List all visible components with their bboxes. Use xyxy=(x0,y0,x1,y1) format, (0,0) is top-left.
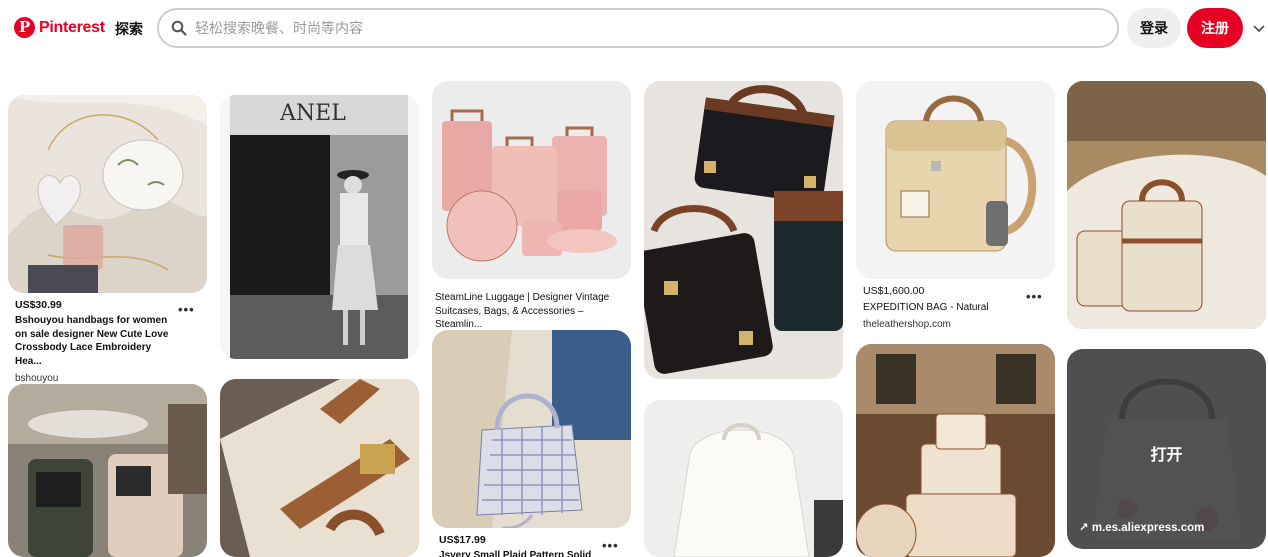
pin-meta-heart-bags: US$30.99 Bshouyou handbags for women on … xyxy=(15,298,175,386)
pin-image-pink-luggage[interactable] xyxy=(432,81,631,279)
pin-price: US$1,600.00 xyxy=(863,285,925,297)
pin-image-heart-bags[interactable] xyxy=(8,95,207,293)
pin-price: US$30.99 xyxy=(15,299,62,311)
more-dots-icon[interactable]: ••• xyxy=(1026,289,1043,304)
search-bar[interactable] xyxy=(157,8,1119,48)
pin-meta-expedition-bag: US$1,600.00 EXPEDITION BAG - Natural the… xyxy=(863,284,1023,332)
pin-meta-plaid-bag: US$17.99 Jsvery Small Plaid Pattern Soli… xyxy=(439,533,599,557)
pin-image-expedition-bag[interactable] xyxy=(856,81,1055,279)
source-link[interactable]: ↗ m.es.aliexpress.com xyxy=(1079,520,1204,534)
pin-image-white-backpack[interactable] xyxy=(644,400,843,557)
top-bar: P Pinterest 探索 登录 注册 xyxy=(0,0,1268,56)
search-icon xyxy=(171,20,187,36)
pin-image-plaid-bag[interactable] xyxy=(432,330,631,528)
store-sign: ANEL xyxy=(279,101,346,126)
pin-meta-pink-luggage: SteamLine Luggage | Designer Vintage Sui… xyxy=(435,291,630,332)
more-dots-icon[interactable]: ••• xyxy=(602,538,619,553)
pin-source[interactable]: theleathershop.com xyxy=(863,318,1023,332)
pin-title[interactable]: EXPEDITION BAG - Natural xyxy=(863,301,1023,315)
more-dots-icon[interactable]: ••• xyxy=(178,302,195,317)
pin-image-chanel-photo[interactable]: ANEL xyxy=(220,95,419,359)
pin-title[interactable]: Bshouyou handbags for women on sale desi… xyxy=(15,314,175,368)
pin-image-stacked-trunks[interactable] xyxy=(856,344,1055,557)
brand-name: Pinterest xyxy=(39,18,105,36)
pinterest-logo[interactable]: P Pinterest xyxy=(14,17,105,38)
pin-price: US$17.99 xyxy=(439,534,486,546)
pin-image-vintage-car-luggage[interactable] xyxy=(1067,81,1266,329)
pinterest-logo-icon: P xyxy=(14,17,35,38)
pin-title[interactable]: SteamLine Luggage | Designer Vintage Sui… xyxy=(435,291,630,332)
pin-title[interactable]: Jsvery Small Plaid Pattern Solid xyxy=(439,549,599,557)
pin-image-cream-suitcase-closeup[interactable] xyxy=(220,379,419,557)
explore-link[interactable]: 探索 xyxy=(115,19,143,39)
login-button[interactable]: 登录 xyxy=(1127,8,1181,48)
pin-hover-overlay[interactable]: 打开 ↗ m.es.aliexpress.com xyxy=(1067,349,1266,549)
signup-button[interactable]: 注册 xyxy=(1187,8,1243,48)
chevron-down-icon[interactable] xyxy=(1252,21,1266,35)
external-link-icon: ↗ xyxy=(1079,522,1092,534)
search-input[interactable] xyxy=(195,20,1095,36)
pin-image-suitcases-cafe[interactable] xyxy=(8,384,207,557)
source-link-text: m.es.aliexpress.com xyxy=(1091,522,1205,534)
open-button[interactable]: 打开 xyxy=(1067,441,1266,465)
pin-image-black-cases[interactable] xyxy=(644,81,843,379)
